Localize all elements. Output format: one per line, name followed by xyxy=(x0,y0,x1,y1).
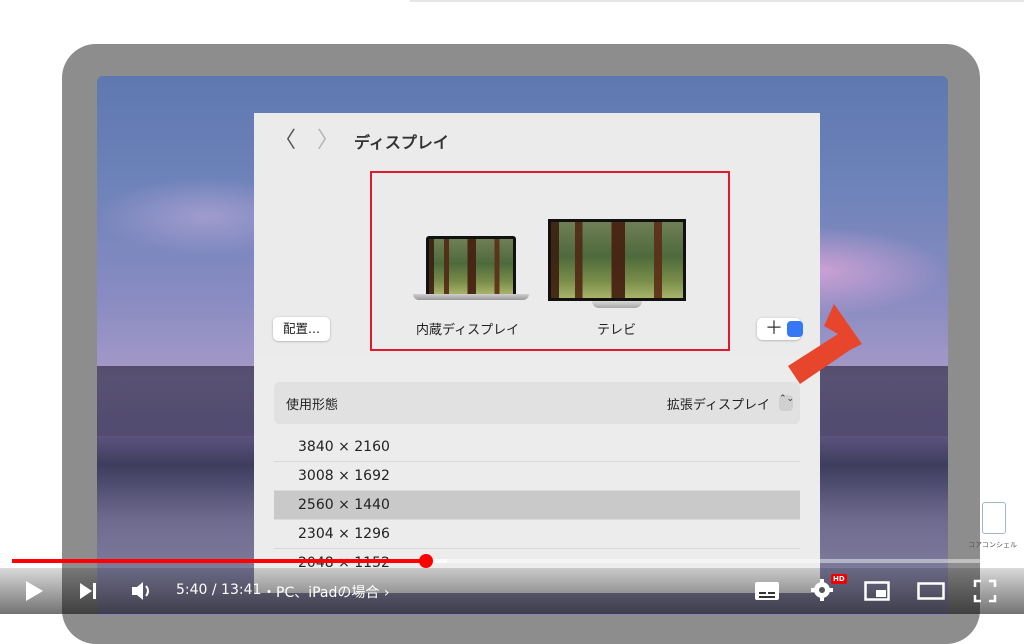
usage-value[interactable]: 拡張ディスプレイ xyxy=(667,394,770,413)
resolution-list: 3840 × 2160 3008 × 1692 2560 × 1440 2304… xyxy=(274,433,800,577)
resolution-option[interactable]: 2304 × 1296 xyxy=(274,519,800,548)
scrubber-handle[interactable] xyxy=(419,554,433,568)
watermark-text: コアコンシェル xyxy=(968,541,1017,549)
arrange-button[interactable]: 配置... xyxy=(273,317,330,341)
forward-icon[interactable]: 〉 xyxy=(317,127,339,155)
fullscreen-icon[interactable] xyxy=(973,579,997,603)
back-icon[interactable]: 〈 xyxy=(274,127,296,155)
chapter-title[interactable]: ・PC、iPadの場合 › xyxy=(262,582,389,602)
time-display: 5:40 / 13:41 xyxy=(176,582,262,598)
plus-icon: ＋ xyxy=(765,318,783,339)
progress-played xyxy=(12,559,427,563)
popup-stepper-icon[interactable]: ⌃⌄ xyxy=(779,395,794,411)
highlight-box xyxy=(370,171,730,351)
volume-icon[interactable] xyxy=(130,580,154,602)
next-icon[interactable] xyxy=(78,581,98,601)
resolution-option[interactable]: 3840 × 2160 xyxy=(274,433,800,461)
miniplayer-icon[interactable] xyxy=(864,580,890,602)
resolution-option[interactable]: 3008 × 1692 xyxy=(274,461,800,490)
display-settings-panel: 〈 〉 ディスプレイ 配置... 内蔵ディスプレイ テレビ ＋ 使用形態 拡張デ… xyxy=(254,113,820,593)
usage-label: 使用形態 xyxy=(286,398,339,413)
usage-row[interactable]: 使用形態 拡張ディスプレイ ⌃⌄ xyxy=(274,382,800,424)
resolution-option-selected[interactable]: 2560 × 1440 xyxy=(274,490,800,519)
subtitles-icon[interactable] xyxy=(754,580,780,602)
top-divider xyxy=(410,0,1024,2)
hd-badge: HD xyxy=(831,574,847,584)
red-arrow-icon xyxy=(788,304,862,384)
theater-mode-icon[interactable] xyxy=(917,581,945,601)
page-title: ディスプレイ xyxy=(354,133,449,152)
play-icon[interactable] xyxy=(24,580,44,602)
player-controls: 5:40 / 13:41 ・PC、iPadの場合 › HD xyxy=(0,568,1024,614)
channel-logo xyxy=(982,502,1006,534)
